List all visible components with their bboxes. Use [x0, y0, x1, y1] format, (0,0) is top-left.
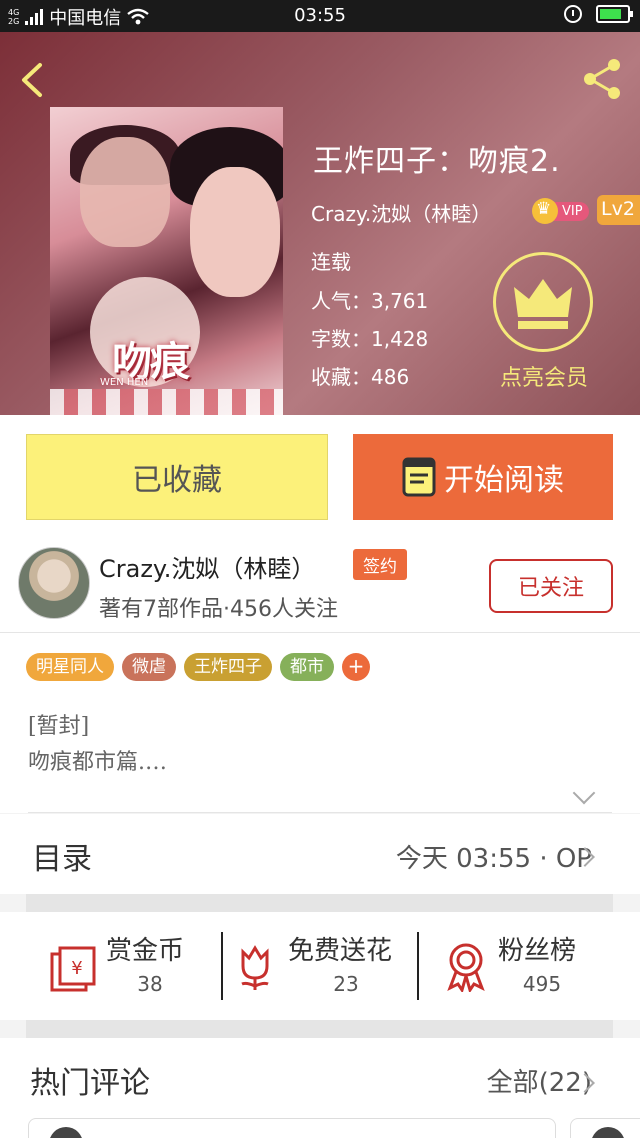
favorites-label: 收藏： [311, 365, 371, 389]
member-label[interactable]: 点亮会员 [484, 360, 604, 392]
cover-subtitle: WEN HEN [100, 377, 149, 388]
reward-flowers-count: 23 [333, 972, 359, 996]
tag-chip[interactable]: 都市 [280, 653, 334, 681]
book-description[interactable]: [暂封] 吻痕都市篇.… [28, 709, 167, 781]
start-reading-button[interactable]: 开始阅读 [353, 434, 613, 520]
favorites-value: 486 [371, 365, 410, 389]
reward-fans-count: 495 [522, 972, 562, 996]
popularity-stat: 人气：3,761 [311, 285, 428, 314]
signed-badge: 签约 [353, 549, 407, 580]
reward-flowers[interactable]: 免费送花 23 [234, 930, 414, 1000]
comment-card[interactable] [570, 1118, 640, 1138]
book-header: 吻痕 WEN HEN 王炸四子：吻痕2. Crazy.沈姒（林睦） VIP Lv… [0, 32, 640, 415]
divider [28, 812, 612, 813]
author-meta: 著有7部作品·456人关注 [99, 597, 338, 622]
add-tag-button[interactable]: + [342, 653, 370, 681]
vip-badge: VIP [532, 198, 589, 224]
tags-description-section: 明星同人 微虐 王炸四子 都市 + [暂封] 吻痕都市篇.… [0, 633, 640, 813]
status-time: 03:55 [294, 5, 346, 26]
book-title: 王炸四子：吻痕2. [313, 144, 561, 179]
words-value: 1,428 [371, 327, 429, 351]
collected-button[interactable]: 已收藏 [26, 434, 328, 520]
commenter-avatar [49, 1127, 83, 1138]
reward-coins[interactable]: ¥ 赏金币 38 [48, 930, 218, 1000]
medal-icon [447, 943, 485, 992]
status-bar: 4G 2G 中国电信 03:55 [0, 0, 640, 32]
divider [417, 932, 419, 1000]
back-icon[interactable] [18, 62, 48, 98]
tag-chip[interactable]: 王炸四子 [184, 653, 272, 681]
popularity-label: 人气： [311, 289, 371, 313]
section-divider [26, 1020, 613, 1038]
commenter-avatar [591, 1127, 625, 1138]
follow-button[interactable]: 已关注 [489, 559, 613, 613]
tag-chip[interactable]: 明星同人 [26, 653, 114, 681]
catalog-row[interactable]: 目录 今天 03:55 · OP [0, 814, 640, 894]
flower-icon [241, 945, 269, 990]
tag-list: 明星同人 微虐 王炸四子 都市 + [26, 653, 370, 681]
start-reading-label: 开始阅读 [444, 463, 564, 498]
level-badge: Lv2 [597, 195, 640, 225]
words-label: 字数： [311, 327, 371, 351]
reward-coins-count: 38 [137, 972, 163, 996]
hot-comments-section: 热门评论 全部(22) [0, 1038, 640, 1138]
action-bar: 已收藏 开始阅读 [0, 415, 640, 535]
catalog-label: 目录 [32, 842, 92, 877]
comment-card[interactable] [28, 1118, 556, 1138]
vip-label: VIP [554, 201, 589, 221]
divider [221, 932, 223, 1000]
favorites-stat: 收藏：486 [311, 361, 409, 390]
book-icon [402, 457, 436, 497]
reward-fans-label: 粉丝榜 [498, 936, 577, 966]
crown-icon [532, 198, 558, 224]
battery-icon [596, 5, 633, 23]
reward-fans[interactable]: 粉丝榜 495 [444, 930, 614, 1000]
chevron-down-icon[interactable] [572, 781, 596, 805]
book-cover[interactable]: 吻痕 WEN HEN [50, 107, 283, 415]
member-button[interactable] [493, 252, 593, 352]
tag-chip[interactable]: 微虐 [122, 653, 176, 681]
description-line: [暂封] [28, 714, 90, 739]
serial-status: 连载 [311, 250, 351, 274]
rewards-row: ¥ 赏金币 38 免费送花 23 粉丝榜 495 [0, 912, 640, 1020]
section-divider [26, 894, 613, 912]
coin-envelope-icon: ¥ [50, 946, 96, 992]
words-stat: 字数：1,428 [311, 323, 428, 352]
crown-icon [514, 279, 572, 329]
share-icon[interactable] [580, 56, 626, 102]
hot-comments-title: 热门评论 [30, 1066, 150, 1101]
popularity-value: 3,761 [371, 289, 429, 313]
author-name[interactable]: Crazy.沈姒（林睦） [99, 549, 315, 584]
reward-coins-label: 赏金币 [106, 936, 185, 966]
author-avatar[interactable] [18, 547, 90, 619]
author-row: Crazy.沈姒（林睦） 签约 著有7部作品·456人关注 已关注 [0, 535, 640, 633]
latest-update: 今天 03:55 · OP [395, 844, 592, 874]
svg-text:¥: ¥ [71, 958, 82, 979]
description-line: 吻痕都市篇.… [28, 750, 167, 775]
book-author[interactable]: Crazy.沈姒（林睦） [311, 198, 491, 227]
reward-flowers-label: 免费送花 [288, 936, 393, 966]
status-right [564, 5, 633, 23]
alarm-icon [564, 5, 582, 23]
